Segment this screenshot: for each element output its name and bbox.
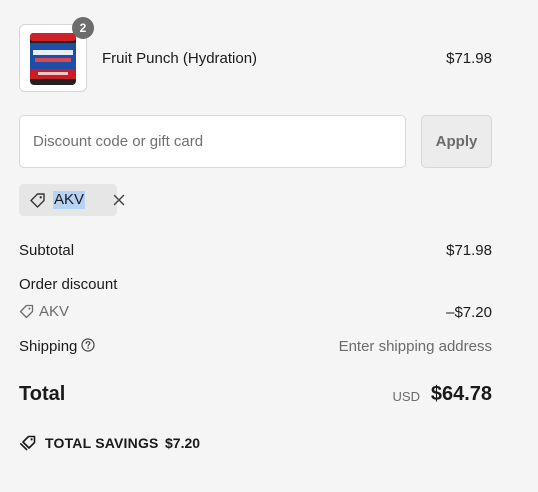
shipping-value: Enter shipping address [338,338,492,355]
subtotal-label: Subtotal [19,242,75,259]
product-price: $71.98 [446,50,492,67]
discount-code-label: AKV [39,303,70,320]
total-label: Total [19,383,66,405]
savings-tag-icon [20,435,36,451]
applied-code-label: AKV [53,191,86,209]
apply-button[interactable]: Apply [421,115,492,168]
order-summary: 2 Fruit Punch (Hydration) $71.98 Apply A… [0,0,538,492]
help-icon[interactable] [81,338,95,352]
quantity-badge: 2 [72,17,94,39]
tag-icon [19,304,34,319]
total-savings-label: TOTAL SAVINGS [45,435,159,451]
tag-icon [30,193,45,208]
remove-discount-icon[interactable] [111,192,127,208]
order-discount-label: Order discount [19,276,118,293]
total-currency: USD [392,389,420,404]
discount-amount: –$7.20 [446,304,492,321]
subtotal-value: $71.98 [446,242,492,259]
total-value: $64.78 [430,383,492,405]
shipping-label: Shipping [19,338,78,355]
product-name: Fruit Punch (Hydration) [102,50,258,67]
product-thumbnail: 2 [19,17,94,92]
product-image [24,29,82,87]
total-savings-amount: $7.20 [165,435,201,451]
discount-code-input[interactable] [19,115,406,168]
applied-discount-chip: AKV [19,184,125,216]
